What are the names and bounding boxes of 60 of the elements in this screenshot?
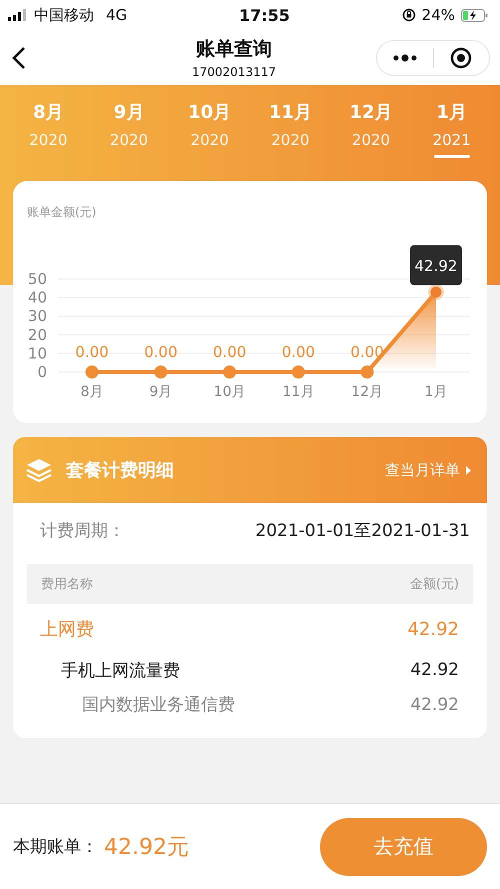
axis-tick-label: 20 <box>28 326 47 344</box>
clock-time: 17:55 <box>238 6 290 24</box>
axis-tick-label: 30 <box>28 307 47 326</box>
recharge-button[interactable]: 去充值 <box>320 818 487 876</box>
month-tab[interactable]: 12月 2020 <box>330 99 412 173</box>
axis-tick-label: 12月 <box>351 384 384 400</box>
data-point <box>360 366 374 378</box>
data-point <box>86 366 98 378</box>
bill-amount: 42.92元 <box>104 834 190 862</box>
month-tab[interactable]: 8月 2020 <box>8 99 89 173</box>
rotation-lock-icon <box>402 8 416 22</box>
period-label: 计费周期： <box>40 520 126 542</box>
data-label: 0.00 <box>282 343 316 361</box>
network-type: 4G <box>106 6 128 24</box>
month-tab[interactable]: 10月 2020 <box>169 99 250 173</box>
axis-tick-label: 10月 <box>214 384 246 400</box>
axis-tick-label: 8月 <box>80 384 104 400</box>
battery-charging-icon <box>461 8 488 22</box>
battery-percent: 24% <box>422 6 456 24</box>
axis-title: 账单金额(元) <box>27 205 96 219</box>
carrier-name: 中国移动 <box>34 6 94 24</box>
data-label: 0.00 <box>212 343 246 361</box>
axis-tick-label: 40 <box>28 288 47 307</box>
signal-icon <box>8 9 28 21</box>
caret-icon <box>466 466 471 474</box>
axis-tick-label: 50 <box>28 270 47 288</box>
fee-amount: 42.92 <box>407 618 459 640</box>
fee-amount: 42.92 <box>410 694 459 714</box>
data-label: 0.00 <box>75 343 109 361</box>
phone-number: 17002013117 <box>192 65 276 79</box>
month-tab[interactable]: 1月 2021 <box>411 99 492 173</box>
axis-tick-label: 1月 <box>424 384 448 400</box>
back-icon[interactable] <box>12 46 26 70</box>
fee-name: 手机上网流量费 <box>61 660 181 682</box>
layers-icon <box>26 458 52 482</box>
annotation: 42.92 <box>414 257 458 276</box>
value-tooltip: 42.92 <box>410 245 462 286</box>
axis-tick-label: 0 <box>37 363 47 381</box>
data-point <box>223 366 236 378</box>
period-value: 2021-01-01至2021-01-31 <box>255 520 470 542</box>
data-point <box>292 366 305 378</box>
month-tab[interactable]: 11月 2020 <box>250 99 331 173</box>
fee-amount: 42.92 <box>410 660 459 680</box>
axis-tick-label: 11月 <box>282 384 314 400</box>
monthly-detail-link[interactable]: 查当月详单 <box>385 460 471 480</box>
data-point <box>154 366 168 378</box>
card-title: 套餐计费明细 <box>66 459 175 482</box>
fee-name: 国内数据业务通信费 <box>82 694 236 716</box>
page-title: 账单查询 <box>196 37 272 62</box>
data-label: 0.00 <box>144 343 178 361</box>
column-header: 费用名称 <box>41 576 93 593</box>
axis-tick-label: 10 <box>28 344 47 362</box>
target-icon <box>450 46 472 68</box>
column-header: 金额(元) <box>410 576 459 593</box>
month-tab[interactable]: 9月 2020 <box>88 99 170 173</box>
highlighted-point <box>428 284 444 300</box>
bill-label: 本期账单： <box>13 836 98 858</box>
more-icon <box>392 54 417 62</box>
fee-name: 上网费 <box>40 618 95 641</box>
axis-tick-label: 9月 <box>149 384 172 400</box>
